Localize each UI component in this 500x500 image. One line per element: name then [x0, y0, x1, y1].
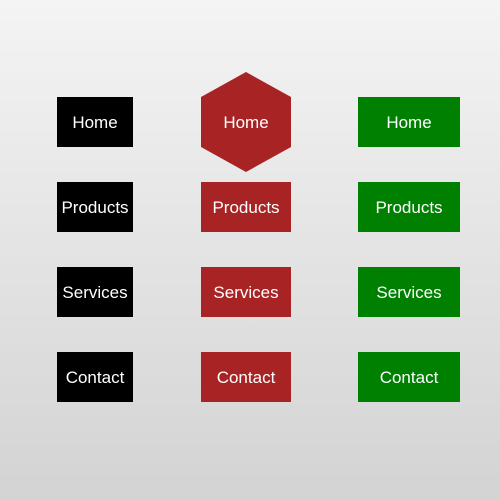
- black-nav-home-button[interactable]: Home: [57, 97, 133, 147]
- black-nav-services-button[interactable]: Services: [57, 267, 133, 317]
- green-nav-home-button[interactable]: Home: [358, 97, 460, 147]
- red-nav-products-button[interactable]: Products: [201, 182, 291, 232]
- green-nav-products-button[interactable]: Products: [358, 182, 460, 232]
- green-nav-services-button[interactable]: Services: [358, 267, 460, 317]
- red-nav-services-button[interactable]: Services: [201, 267, 291, 317]
- green-nav-contact-button[interactable]: Contact: [358, 352, 460, 402]
- black-nav-products-button[interactable]: Products: [57, 182, 133, 232]
- red-nav-home-hexagon-button[interactable]: Home: [201, 72, 291, 172]
- black-nav-contact-button[interactable]: Contact: [57, 352, 133, 402]
- red-nav-contact-button[interactable]: Contact: [201, 352, 291, 402]
